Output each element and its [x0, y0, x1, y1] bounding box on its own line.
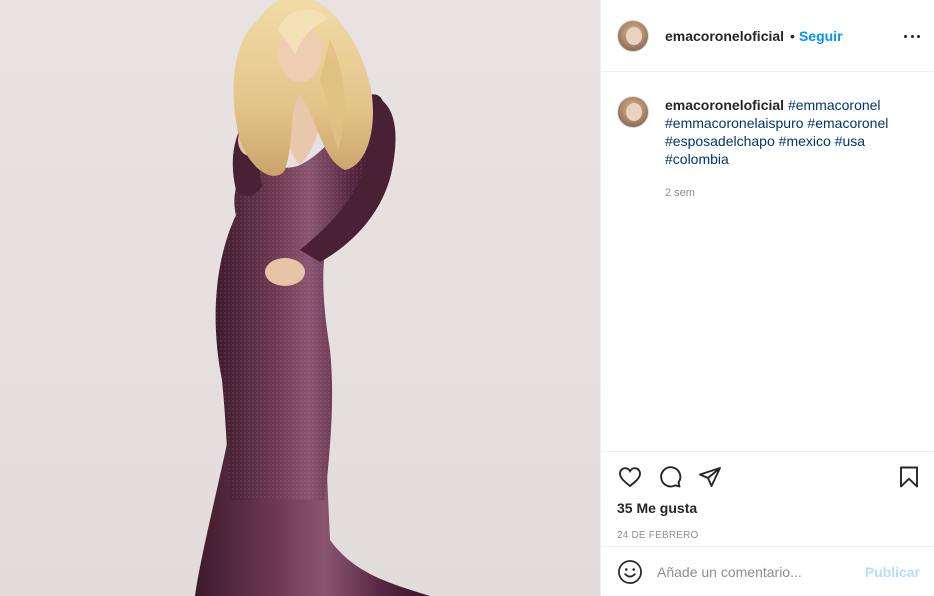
post-details-panel: emacoroneloficial • Seguir emacoronelofi…	[601, 0, 934, 596]
hashtag-link[interactable]: #emmacoronelaispuro	[665, 115, 804, 131]
follow-button[interactable]: Seguir	[799, 28, 843, 44]
more-options-icon[interactable]	[904, 28, 920, 44]
hashtag-link[interactable]: #mexico	[779, 133, 831, 149]
bookmark-icon[interactable]	[896, 464, 922, 490]
share-icon[interactable]	[697, 464, 723, 490]
hashtag-link[interactable]: #emacoronel	[807, 115, 888, 131]
action-bar	[601, 452, 934, 502]
comment-bar: Publicar	[601, 546, 934, 596]
post-comment-button[interactable]: Publicar	[865, 564, 920, 580]
post-date: 24 DE FEBRERO	[617, 530, 699, 541]
caption-username[interactable]: emacoroneloficial	[665, 97, 784, 113]
emoji-icon[interactable]	[617, 559, 643, 585]
heart-icon[interactable]	[617, 464, 643, 490]
header-separator: •	[790, 27, 795, 44]
comment-icon[interactable]	[657, 464, 683, 490]
hashtag-link[interactable]: #usa	[835, 133, 865, 149]
author-avatar[interactable]	[617, 19, 649, 52]
hashtag-link[interactable]: #colombia	[665, 151, 729, 167]
post-header: emacoroneloficial • Seguir	[601, 0, 934, 72]
post-caption: emacoroneloficial #emmacoronel #emmacoro…	[601, 72, 934, 202]
post-actions-area: 35 Me gusta 24 DE FEBRERO	[601, 451, 934, 541]
likes-count[interactable]: 35 Me gusta	[601, 500, 934, 516]
author-username[interactable]: emacoroneloficial	[665, 28, 784, 44]
hashtag-link[interactable]: #esposadelchapo	[665, 133, 775, 149]
caption-timestamp[interactable]: 2 sem	[665, 184, 905, 202]
caption-body: emacoroneloficial #emmacoronel #emmacoro…	[665, 96, 905, 202]
photo-woman-in-gown	[195, 0, 430, 596]
comment-input[interactable]	[657, 563, 865, 580]
hashtag-link[interactable]: #emmacoronel	[788, 97, 881, 113]
caption-avatar[interactable]	[617, 96, 649, 128]
post-photo[interactable]	[0, 0, 601, 596]
